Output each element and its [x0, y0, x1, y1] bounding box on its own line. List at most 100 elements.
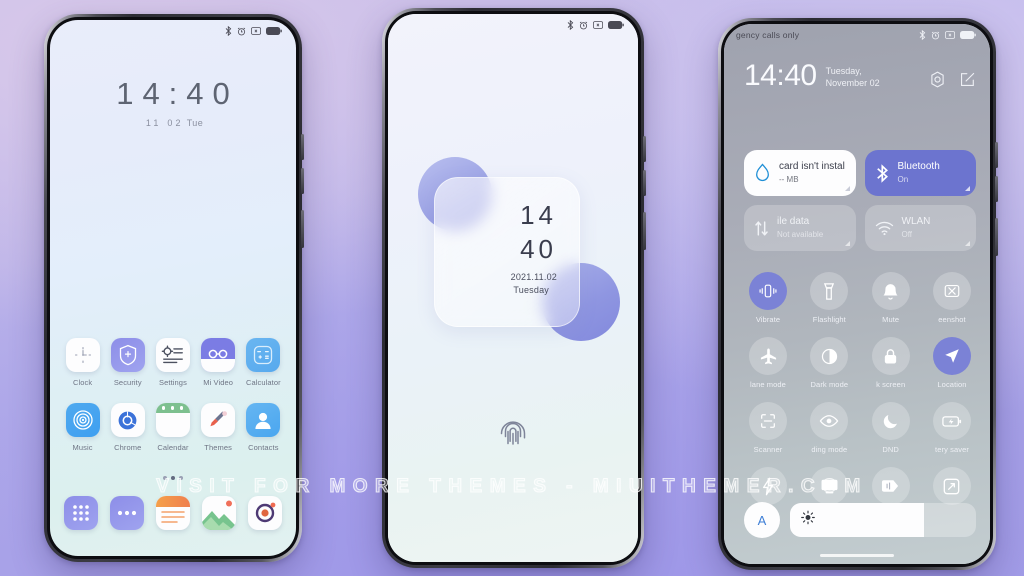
toggle-vibrate[interactable]: Vibrate — [740, 272, 796, 324]
phone-control-center: gency calls only 14:40 Tuesday, November… — [718, 18, 998, 570]
tile-sub: Off — [901, 229, 913, 239]
lock-clock-widget: 14 40 2021.11.02 Tuesday — [434, 177, 580, 327]
app-settings[interactable]: Settings — [151, 338, 195, 387]
battery-icon — [266, 27, 282, 35]
tile-data-usage[interactable]: card isn't instal -- MB — [744, 150, 856, 196]
tile-mobile-data[interactable]: ile data Not available — [744, 205, 856, 251]
security-shield-icon — [110, 338, 145, 372]
phone-home-screen: 14:40 11 02 Tue Clock Security Settings … — [44, 14, 304, 562]
brightness-slider[interactable] — [790, 503, 976, 537]
wlan-icon — [875, 221, 893, 235]
volume-up-button[interactable] — [995, 142, 998, 168]
alarm-icon — [237, 27, 246, 35]
edit-icon[interactable] — [959, 71, 976, 93]
app-contacts[interactable]: Contacts — [241, 403, 285, 452]
gallery-icon[interactable] — [202, 496, 236, 530]
app-music[interactable]: Music — [61, 403, 105, 452]
status-bar — [388, 14, 638, 36]
app-label: Contacts — [248, 443, 279, 452]
messages-icon[interactable] — [110, 496, 144, 530]
bluetooth-icon — [567, 20, 574, 30]
fingerprint-icon[interactable] — [496, 414, 530, 459]
lock-clock-hours: 14 — [520, 200, 557, 230]
tile-bluetooth[interactable]: Bluetooth On — [864, 150, 976, 196]
tile-title: card isn't instal — [779, 161, 845, 173]
lock-clock-minutes: 40 — [520, 234, 557, 264]
volume-up-button[interactable] — [643, 136, 646, 162]
toggle-label: ding mode — [811, 445, 848, 454]
app-clock[interactable]: Clock — [61, 338, 105, 387]
power-button[interactable] — [643, 212, 646, 250]
toggle-airplane-mode[interactable]: lane mode — [740, 337, 796, 389]
tile-expand-corner[interactable] — [844, 186, 850, 191]
airplane-icon — [749, 337, 787, 375]
lock-clock-date: 2021.11.02 — [510, 272, 557, 282]
toggle-screenshot[interactable]: eenshot — [924, 272, 980, 324]
home-clock-date: 11 02 Tue — [145, 118, 204, 128]
bluetooth-icon — [225, 26, 232, 36]
toggle-flashlight[interactable]: Flashlight — [801, 272, 857, 324]
dock — [58, 496, 288, 530]
dark-mode-icon — [810, 337, 849, 375]
cast-screen-icon — [810, 467, 849, 505]
toggle-reading-mode[interactable]: ding mode — [801, 402, 857, 454]
app-calculator[interactable]: Calculator — [241, 338, 285, 387]
tile-wlan[interactable]: WLAN Off — [864, 205, 976, 251]
app-label: Mi Video — [203, 378, 234, 387]
toggle-row-2: lane mode Dark mode k screen Location — [740, 337, 980, 389]
app-security[interactable]: Security — [106, 338, 150, 387]
toggle-battery-saver[interactable]: tery saver — [924, 402, 980, 454]
toggle-dark-mode[interactable]: Dark mode — [801, 337, 857, 389]
app-themes[interactable]: Themes — [196, 403, 240, 452]
power-button[interactable] — [995, 218, 998, 256]
app-calendar[interactable]: Calendar — [151, 403, 195, 452]
tile-title: ile data — [777, 216, 810, 228]
toggle-label: Scanner — [753, 445, 783, 454]
toggle-scanner[interactable]: Scanner — [740, 402, 796, 454]
calculator-icon — [246, 338, 281, 372]
auto-brightness-button[interactable]: A — [744, 502, 780, 538]
battery-saver-icon — [932, 402, 971, 440]
notes-icon[interactable] — [156, 496, 190, 530]
page-indicator[interactable] — [50, 476, 296, 480]
calendar-icon — [155, 403, 190, 437]
tile-expand-corner[interactable] — [844, 241, 850, 246]
app-drawer-icon[interactable] — [64, 496, 98, 530]
camera-icon[interactable] — [248, 496, 282, 530]
mobile-data-icon — [755, 220, 768, 236]
settings-icon[interactable] — [929, 71, 946, 93]
cc-date: Tuesday, November 02 — [825, 66, 880, 89]
bluetooth-icon — [919, 30, 926, 40]
vibrate-icon — [749, 272, 787, 310]
volume-down-button[interactable] — [995, 176, 998, 202]
toggle-lock-screen[interactable]: k screen — [863, 337, 919, 389]
lightning-icon — [749, 467, 787, 505]
alarm-icon — [579, 21, 588, 29]
status-bar — [50, 20, 296, 42]
app-label: Themes — [204, 443, 232, 452]
app-label: Calculator — [245, 378, 281, 387]
toggle-location[interactable]: Location — [924, 337, 980, 389]
home-indicator[interactable] — [820, 553, 894, 557]
chrome-icon — [110, 403, 145, 437]
toggle-mute[interactable]: Mute — [863, 272, 919, 324]
mute-icon — [945, 31, 955, 39]
data-drop-icon — [756, 163, 769, 182]
tile-sub: Not available — [777, 229, 824, 239]
tile-expand-corner[interactable] — [965, 241, 970, 246]
toggle-label: Location — [937, 380, 967, 389]
wallpaper-showcase: 14:40 11 02 Tue Clock Security Settings … — [0, 0, 1024, 576]
volume-down-button[interactable] — [301, 168, 304, 194]
app-mi-video[interactable]: Mi Video — [196, 338, 240, 387]
phone3-screen: gency calls only 14:40 Tuesday, November… — [724, 24, 990, 564]
app-chrome[interactable]: Chrome — [106, 403, 150, 452]
toggle-label: Vibrate — [755, 315, 781, 324]
toggle-dnd[interactable]: DND — [863, 402, 919, 454]
tile-expand-corner[interactable] — [965, 186, 970, 191]
volume-down-button[interactable] — [643, 170, 646, 196]
power-button[interactable] — [301, 210, 304, 248]
volume-up-button[interactable] — [301, 134, 304, 160]
app-label: Settings — [159, 378, 187, 387]
control-center-big-tiles: card isn't instal -- MB Bluetooth On ile… — [744, 150, 976, 251]
settings-gear-icon — [155, 338, 190, 372]
